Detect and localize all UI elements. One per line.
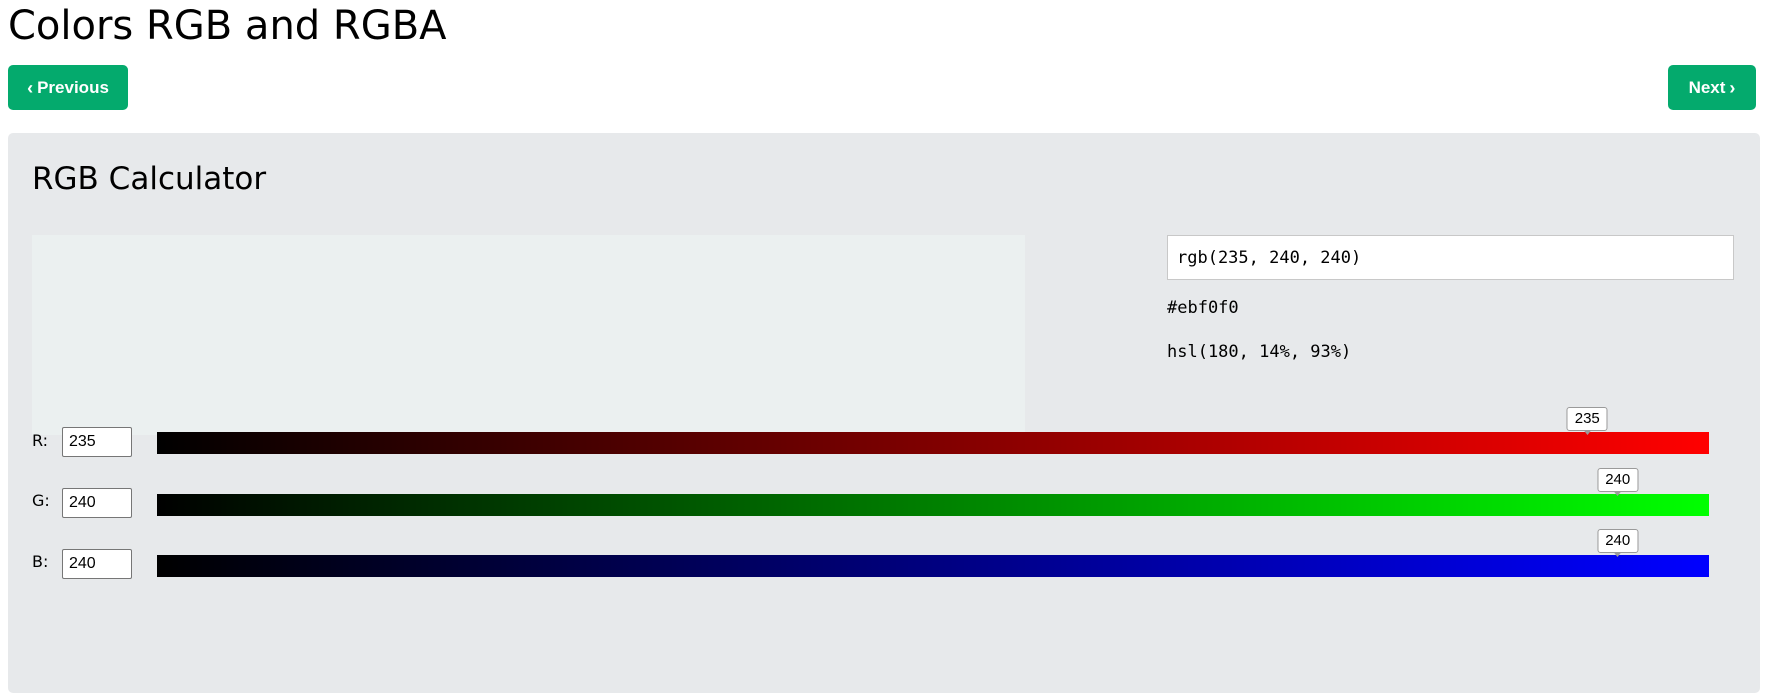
- red-value-input[interactable]: [62, 427, 132, 457]
- hsl-value: hsl(180, 14%, 93%): [1167, 342, 1352, 362]
- red-slider-tooltip: 235: [1566, 407, 1608, 435]
- blue-slider-tooltip: 240: [1597, 529, 1639, 557]
- red-slider[interactable]: [157, 432, 1709, 454]
- page-title: Colors RGB and RGBA: [8, 3, 447, 49]
- green-slider[interactable]: [157, 494, 1709, 516]
- red-label: R:: [32, 431, 49, 450]
- rgb-value-input[interactable]: [1167, 235, 1734, 280]
- previous-button[interactable]: ‹ Previous: [8, 65, 128, 110]
- chevron-right-icon: ›: [1729, 77, 1736, 98]
- rgb-calculator-panel: RGB Calculator #ebf0f0 hsl(180, 14%, 93%…: [8, 133, 1760, 693]
- blue-slider[interactable]: [157, 555, 1709, 577]
- hex-value: #ebf0f0: [1167, 298, 1239, 318]
- next-label: Next: [1688, 77, 1726, 97]
- green-label: G:: [32, 491, 50, 510]
- green-slider-tooltip: 240: [1597, 468, 1639, 496]
- blue-value-input[interactable]: [62, 549, 132, 579]
- blue-label: B:: [32, 552, 49, 571]
- previous-label: Previous: [37, 77, 109, 97]
- calculator-title: RGB Calculator: [32, 161, 267, 197]
- green-value-input[interactable]: [62, 488, 132, 518]
- chevron-left-icon: ‹: [27, 77, 34, 98]
- next-button[interactable]: Next ›: [1668, 65, 1756, 110]
- color-preview-swatch: [32, 235, 1025, 435]
